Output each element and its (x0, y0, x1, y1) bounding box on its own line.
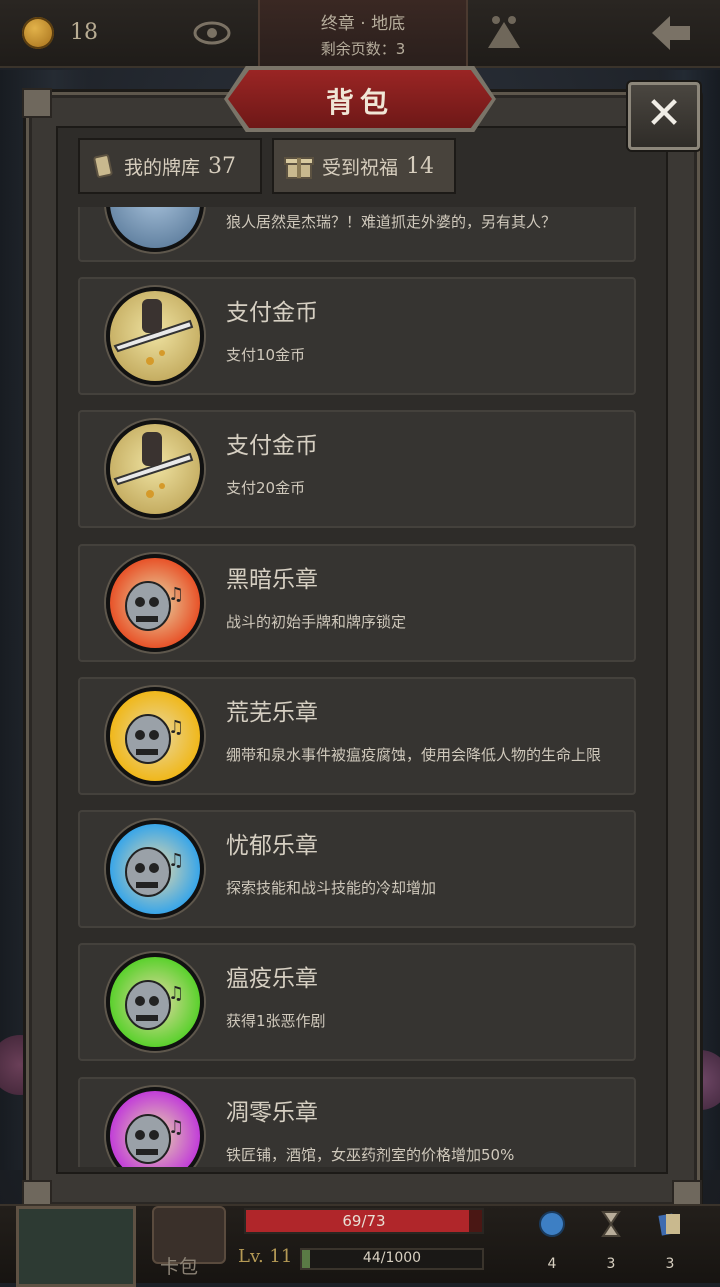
gift-icon (284, 157, 314, 179)
list-item[interactable]: 支付金币 支付20金币 (78, 410, 636, 528)
panel-title-banner: 背包 (224, 66, 496, 132)
chapter-info: 终章 · 地底 剩余页数：3 (258, 0, 468, 66)
top-bar: 18 终章 · 地底 剩余页数：3 (0, 0, 720, 68)
xp-text: 44/1000 (362, 1250, 422, 1266)
skull-music-icon: ♫ (106, 687, 204, 785)
tab-count: 37 (208, 153, 237, 179)
paw-icon[interactable] (484, 14, 524, 50)
resource-cards[interactable]: 3 (650, 1210, 690, 1276)
item-name: 支付金币 (226, 300, 318, 326)
tab-count: 14 (406, 153, 435, 179)
resource-hourglass[interactable]: 3 (591, 1210, 631, 1276)
sword-coins-icon (106, 287, 204, 385)
item-description: 支付10金币 (226, 346, 306, 364)
item-description: 铁匠铺，酒馆，女巫药剂室的价格增加50% (226, 1146, 515, 1164)
item-name: 黑暗乐章 (226, 567, 318, 593)
hero-portrait[interactable] (16, 1206, 136, 1287)
chapter-title: 终章 · 地底 (320, 14, 406, 34)
hp-text: 69/73 (342, 1212, 386, 1230)
skull-music-icon: ♫ (106, 554, 204, 652)
list-item[interactable]: ♫ 凋零乐章 铁匠铺，酒馆，女巫药剂室的价格增加50% (78, 1077, 636, 1167)
card-bag-label[interactable]: 卡包 (160, 1252, 198, 1279)
tab-label: 我的牌库 (124, 156, 201, 179)
item-name: 荒芜乐章 (226, 700, 318, 726)
item-description: 获得1张恶作剧 (226, 1012, 326, 1030)
sword-coins-icon (106, 420, 204, 518)
blessing-list[interactable]: 狼人居然是杰瑞？！难道抓走外婆的，另有其人？ 支付金币 支付10金币 支付金币 … (58, 207, 662, 1167)
panel-corner (22, 88, 52, 118)
resource-value: 3 (665, 1256, 675, 1272)
skull-music-icon: ♫ (106, 820, 204, 918)
item-description: 战斗的初始手牌和牌序锁定 (226, 613, 407, 631)
svg-text:♫: ♫ (168, 850, 184, 871)
panel-title: 背包 (325, 86, 394, 119)
item-description: 绷带和泉水事件被瘟疫腐蚀，使用会降低人物的生命上限 (226, 746, 602, 764)
tab-blessings[interactable]: 受到祝福 14 (272, 138, 456, 194)
list-item[interactable]: ♫ 荒芜乐章 绷带和泉水事件被瘟疫腐蚀，使用会降低人物的生命上限 (78, 677, 636, 795)
item-description: 狼人居然是杰瑞？！难道抓走外婆的，另有其人？ (226, 213, 557, 231)
globe-icon (539, 1211, 565, 1237)
svg-text:♫: ♫ (168, 584, 184, 605)
item-description: 支付20金币 (226, 479, 306, 497)
moon-icon (106, 207, 204, 252)
level-label: Lv. 11 (238, 1246, 293, 1267)
svg-text:♫: ♫ (168, 1117, 184, 1138)
list-item[interactable]: 狼人居然是杰瑞？！难道抓走外婆的，另有其人？ (78, 207, 636, 262)
item-name: 凋零乐章 (226, 1100, 318, 1126)
pages-remaining: 剩余页数：3 (320, 40, 406, 58)
list-item[interactable]: ♫ 瘟疫乐章 获得1张恶作剧 (78, 943, 636, 1061)
list-item[interactable]: ♫ 忧郁乐章 探索技能和战斗技能的冷却增加 (78, 810, 636, 928)
back-arrow-icon[interactable] (650, 14, 692, 52)
list-item[interactable]: 支付金币 支付10金币 (78, 277, 636, 395)
card-icon (93, 154, 113, 178)
cards-icon (658, 1213, 680, 1236)
tab-my-deck[interactable]: 我的牌库 37 (78, 138, 262, 194)
item-name: 支付金币 (226, 433, 318, 459)
eye-icon[interactable] (193, 20, 231, 46)
item-name: 瘟疫乐章 (226, 966, 318, 992)
hp-bar: 69/73 (244, 1208, 484, 1234)
coin-count: 18 (70, 20, 98, 45)
item-description: 探索技能和战斗技能的冷却增加 (226, 879, 437, 897)
item-name: 忧郁乐章 (226, 833, 318, 859)
tab-label: 受到祝福 (322, 156, 399, 179)
crown-coin-icon (22, 17, 54, 49)
close-icon: ✕ (645, 88, 683, 139)
list-item[interactable]: ♫ 黑暗乐章 战斗的初始手牌和牌序锁定 (78, 544, 636, 662)
close-button[interactable]: ✕ (628, 82, 700, 150)
svg-text:♫: ♫ (168, 717, 184, 738)
resource-value: 3 (606, 1256, 616, 1272)
resource-globe[interactable]: 4 (532, 1210, 572, 1276)
svg-text:♫: ♫ (168, 983, 184, 1004)
skull-music-icon: ♫ (106, 953, 204, 1051)
skull-music-icon: ♫ (106, 1087, 204, 1167)
xp-bar: 44/1000 (300, 1248, 484, 1270)
resource-value: 4 (547, 1256, 557, 1272)
hourglass-icon (601, 1211, 621, 1237)
